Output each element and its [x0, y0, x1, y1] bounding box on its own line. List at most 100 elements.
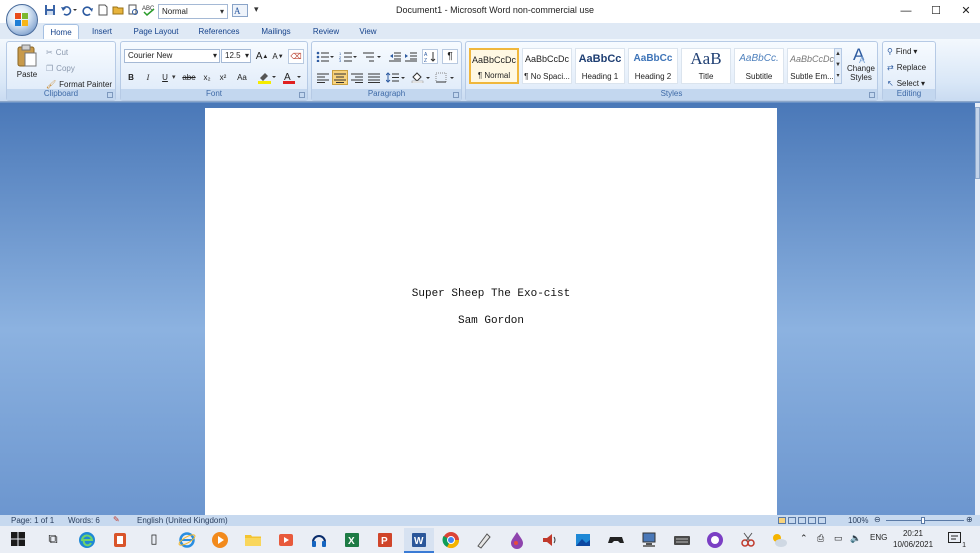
- document-title-line[interactable]: Super Sheep The Exo-cist: [205, 288, 777, 300]
- circle-app-icon[interactable]: [706, 531, 724, 549]
- zoom-in-icon[interactable]: ⊕: [966, 515, 973, 524]
- tab-mailings[interactable]: Mailings: [255, 24, 297, 39]
- justify-button[interactable]: [366, 70, 382, 85]
- web-layout-view-icon[interactable]: [798, 517, 806, 524]
- subscript-button[interactable]: x₂: [200, 70, 214, 85]
- customize-toolbar-icon[interactable]: ▾: [254, 4, 262, 19]
- shrink-font-button[interactable]: A ▼: [271, 49, 285, 64]
- undo-dropdown-icon[interactable]: [72, 4, 78, 19]
- office-app-icon[interactable]: [111, 531, 129, 549]
- print-layout-view-icon[interactable]: [778, 517, 786, 524]
- minimize-button[interactable]: —: [892, 2, 920, 20]
- page-count[interactable]: Page: 1 of 1: [11, 516, 54, 525]
- outline-view-icon[interactable]: [808, 517, 816, 524]
- full-screen-view-icon[interactable]: [788, 517, 796, 524]
- network-computer-icon[interactable]: [640, 531, 658, 549]
- weather-icon[interactable]: [770, 531, 788, 549]
- replace-button[interactable]: ⇄ Replace: [886, 60, 927, 75]
- styles-scroll[interactable]: ▲ ▼ ▾: [834, 48, 842, 84]
- pen-app-icon[interactable]: [475, 531, 493, 549]
- vertical-scrollbar[interactable]: [975, 103, 980, 515]
- font-size-select[interactable]: 12.5 ▾: [221, 49, 251, 63]
- zoom-slider-thumb[interactable]: [921, 517, 925, 524]
- save-icon[interactable]: [44, 4, 58, 19]
- line-spacing-button[interactable]: [385, 70, 407, 85]
- superscript-button[interactable]: x²: [216, 70, 230, 85]
- cut-button[interactable]: ✂ Cut: [45, 45, 69, 60]
- paragraph-launcher-icon[interactable]: [453, 92, 459, 98]
- notifications-button[interactable]: 1: [948, 532, 966, 549]
- change-styles-button[interactable]: AA Change Styles: [845, 44, 877, 90]
- style-subtitle[interactable]: AaBbCc. Subtitle: [734, 48, 784, 84]
- camera-tray-icon[interactable]: ⎙: [817, 533, 824, 544]
- style-normal[interactable]: AaBbCcDc ¶ Normal: [469, 48, 519, 84]
- bullets-button[interactable]: [315, 49, 335, 64]
- clipboard-launcher-icon[interactable]: [107, 92, 113, 98]
- zoom-level[interactable]: 100%: [848, 516, 868, 525]
- borders-button[interactable]: [434, 70, 458, 85]
- office-button[interactable]: [6, 4, 38, 36]
- photos-app-icon[interactable]: [574, 531, 592, 549]
- bold-button[interactable]: B: [124, 70, 138, 85]
- chrome-icon[interactable]: [442, 531, 460, 549]
- print-preview-icon[interactable]: [127, 4, 141, 19]
- decrease-indent-button[interactable]: [388, 49, 402, 64]
- align-right-button[interactable]: [349, 70, 365, 85]
- paint-app-icon[interactable]: [508, 531, 526, 549]
- excel-icon[interactable]: X: [343, 531, 361, 549]
- tab-page-layout[interactable]: Page Layout: [128, 24, 184, 39]
- paste-button[interactable]: Paste: [11, 44, 43, 88]
- video-player-icon[interactable]: [277, 531, 295, 549]
- headphones-app-icon[interactable]: [310, 531, 328, 549]
- sort-button[interactable]: AZ: [422, 49, 438, 64]
- snipping-tool-icon[interactable]: [739, 531, 757, 549]
- tab-view[interactable]: View: [352, 24, 384, 39]
- game-controller-icon[interactable]: [607, 531, 625, 549]
- tab-references[interactable]: References: [193, 24, 245, 39]
- clear-formatting-button[interactable]: ⌫: [288, 49, 304, 64]
- zoom-out-icon[interactable]: ⊖: [874, 515, 881, 524]
- style-subtle-emphasis[interactable]: AaBbCcDc Subtle Em...: [787, 48, 837, 84]
- maximize-button[interactable]: ☐: [922, 2, 950, 20]
- spelling-check-icon[interactable]: ABC: [142, 4, 156, 19]
- strikethrough-button[interactable]: abe: [180, 70, 198, 85]
- find-button[interactable]: ⚲ Find ▾: [886, 44, 918, 59]
- document-author-line[interactable]: Sam Gordon: [205, 315, 777, 327]
- align-center-button[interactable]: [332, 70, 348, 85]
- redo-icon[interactable]: [82, 4, 96, 19]
- style-title[interactable]: AaB Title: [681, 48, 731, 84]
- show-hidden-icons-icon[interactable]: ⌃: [800, 533, 808, 544]
- battery-icon[interactable]: ▭: [834, 533, 843, 544]
- volume-icon[interactable]: 🔈: [850, 533, 861, 544]
- underline-button[interactable]: U: [158, 70, 172, 85]
- copy-button[interactable]: ❐ Copy: [45, 61, 76, 76]
- highlight-color-button[interactable]: [256, 70, 278, 85]
- open-folder-icon[interactable]: [112, 4, 126, 19]
- media-player-icon[interactable]: [211, 531, 229, 549]
- language-status[interactable]: English (United Kingdom): [137, 516, 228, 525]
- windows-start-icon[interactable]: [10, 531, 28, 549]
- powerpoint-icon[interactable]: P: [376, 531, 394, 549]
- proofing-error-icon[interactable]: ✎: [113, 515, 120, 524]
- styles-launcher-icon[interactable]: [869, 92, 875, 98]
- audio-app-icon[interactable]: [541, 531, 559, 549]
- quick-style-selector[interactable]: Normal ▾: [158, 4, 228, 19]
- file-explorer-icon[interactable]: [244, 531, 262, 549]
- increase-indent-button[interactable]: [404, 49, 418, 64]
- keyboard-app-icon[interactable]: [673, 531, 691, 549]
- zoom-slider[interactable]: [886, 517, 964, 524]
- language-indicator[interactable]: ENG: [870, 533, 887, 542]
- tab-insert[interactable]: Insert: [84, 24, 120, 39]
- multilevel-list-button[interactable]: [361, 49, 383, 64]
- close-button[interactable]: ✕: [952, 2, 980, 20]
- document-page[interactable]: Super Sheep The Exo-cist Sam Gordon: [205, 108, 777, 516]
- show-formatting-marks-button[interactable]: ¶: [442, 49, 458, 64]
- tab-review[interactable]: Review: [306, 24, 346, 39]
- grow-font-button[interactable]: A ▲: [255, 49, 269, 64]
- italic-button[interactable]: I: [141, 70, 155, 85]
- draft-view-icon[interactable]: [818, 517, 826, 524]
- word-count[interactable]: Words: 6: [68, 516, 100, 525]
- numbering-button[interactable]: 123: [338, 49, 358, 64]
- change-case-button[interactable]: Aa: [233, 70, 251, 85]
- style-no-spacing[interactable]: AaBbCcDc ¶ No Spaci...: [522, 48, 572, 84]
